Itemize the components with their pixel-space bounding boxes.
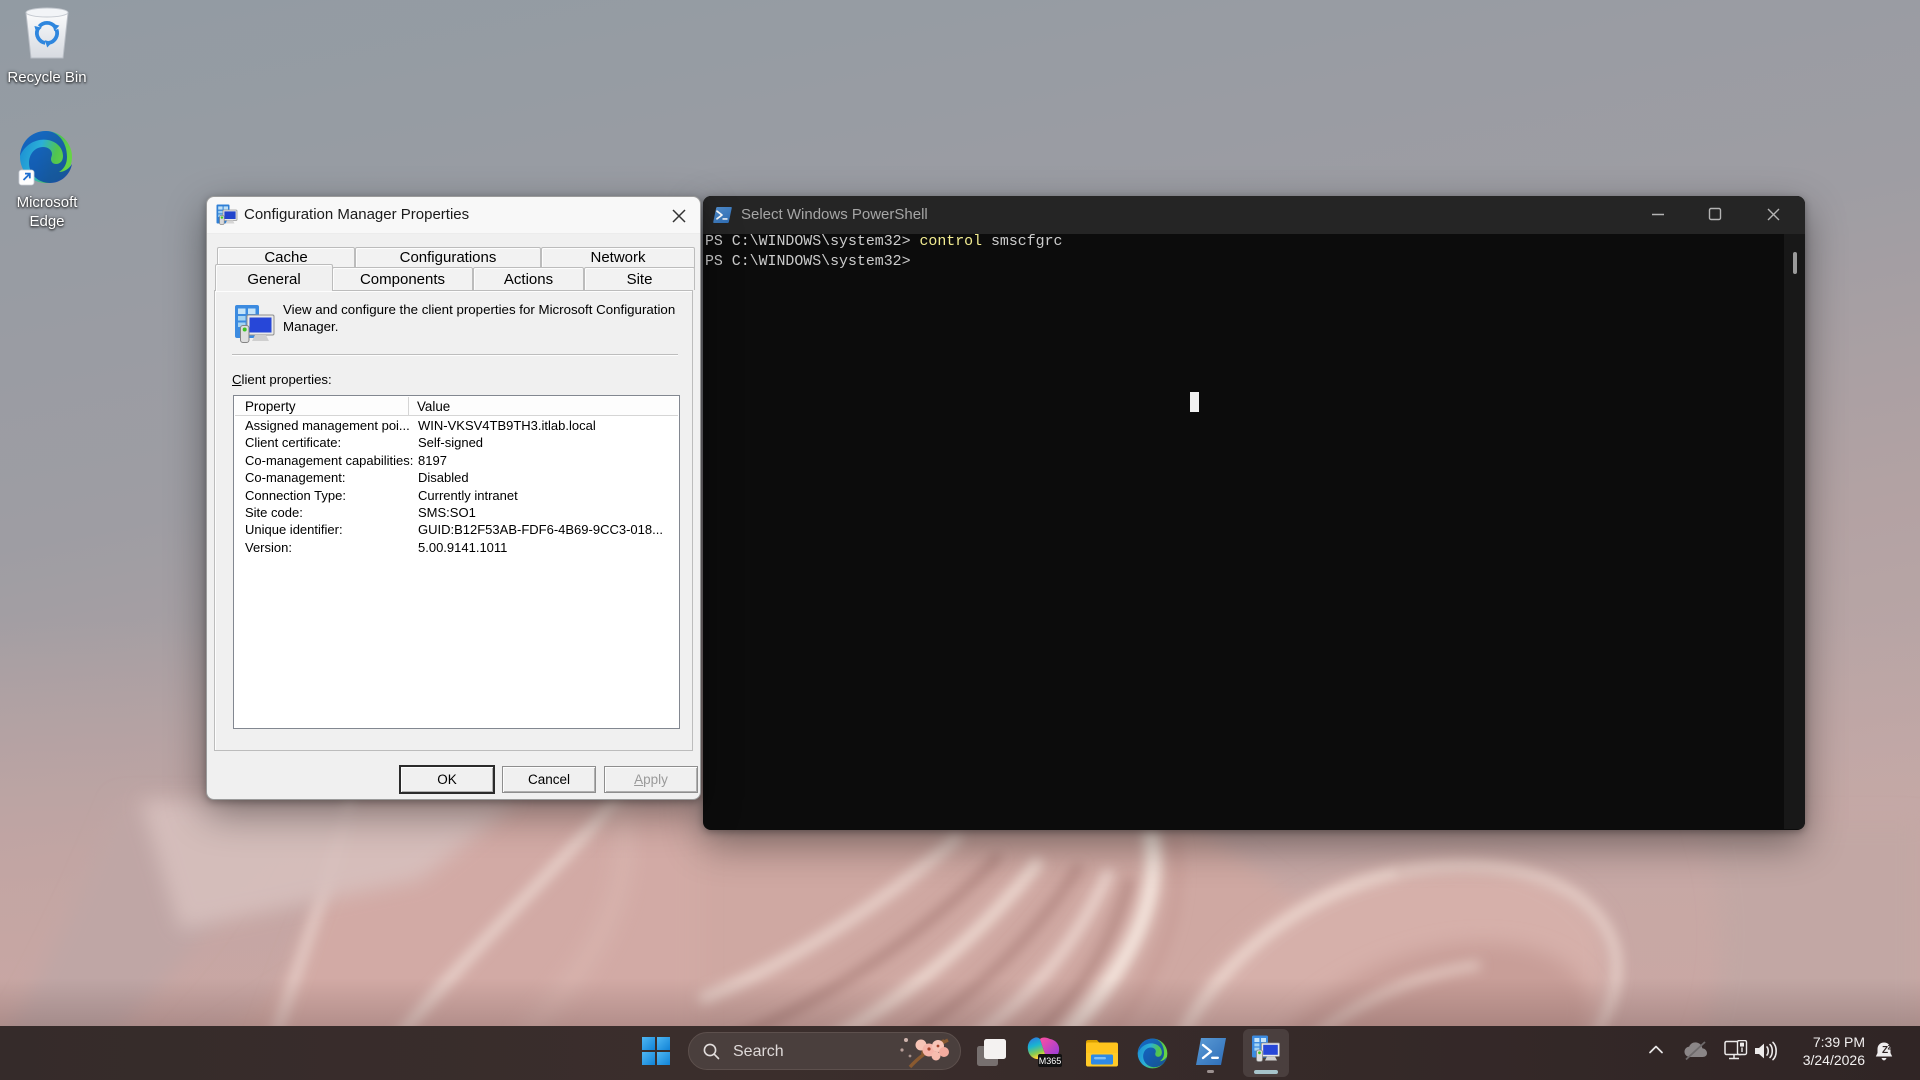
svg-text:Z: Z: [1882, 1045, 1888, 1056]
svg-text:M365: M365: [1039, 1056, 1062, 1066]
